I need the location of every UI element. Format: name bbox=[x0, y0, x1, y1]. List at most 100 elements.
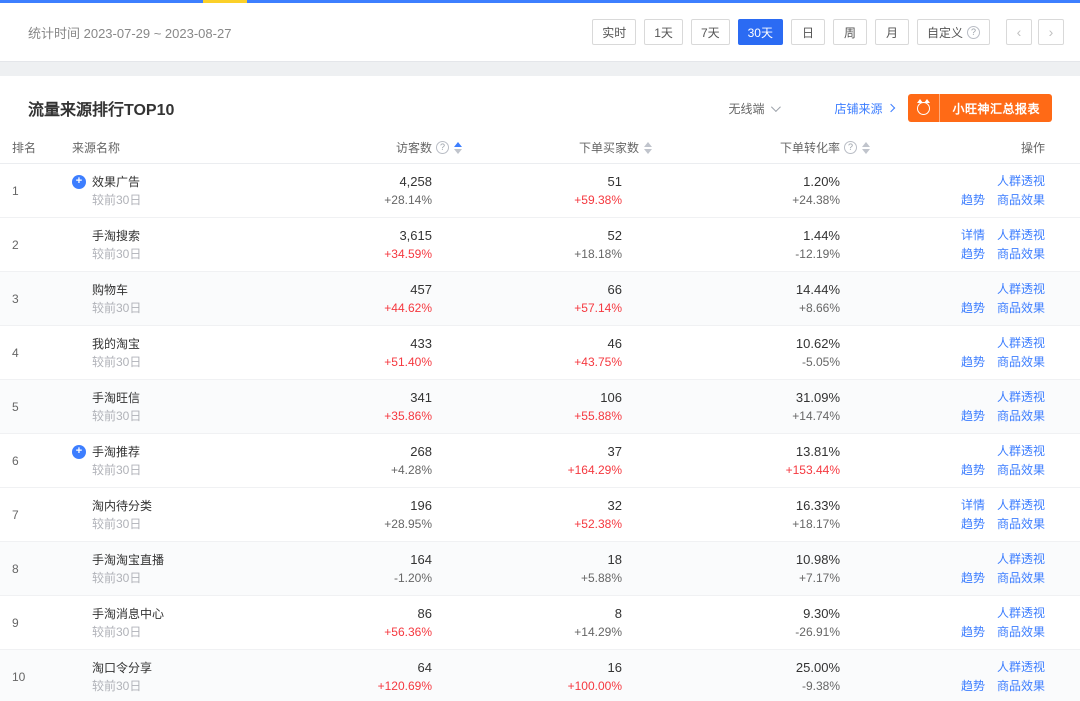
compare-period-label: 较前30日 bbox=[72, 623, 312, 641]
trend-link[interactable]: 趋势 bbox=[961, 461, 985, 480]
source-name: 淘口令分享 bbox=[92, 659, 152, 676]
detail-link[interactable]: 详情 bbox=[961, 226, 985, 245]
trend-link[interactable]: 趋势 bbox=[961, 353, 985, 372]
trend-link[interactable]: 趋势 bbox=[961, 569, 985, 588]
visitors-change: +34.59% bbox=[312, 245, 432, 264]
trend-link[interactable]: 趋势 bbox=[961, 677, 985, 696]
audience-insight-link[interactable]: 人群透视 bbox=[997, 280, 1045, 299]
detail-link[interactable]: 详情 bbox=[961, 496, 985, 515]
range-button-label: 周 bbox=[844, 24, 856, 41]
trend-link[interactable]: 趋势 bbox=[961, 515, 985, 534]
product-effect-link[interactable]: 商品效果 bbox=[997, 245, 1045, 264]
product-effect-link[interactable]: 商品效果 bbox=[997, 299, 1045, 318]
conversion-change: -26.91% bbox=[652, 623, 840, 642]
rank-value: 10 bbox=[12, 670, 72, 684]
audience-insight-link[interactable]: 人群透视 bbox=[997, 658, 1045, 677]
sort-control-visitors[interactable] bbox=[454, 142, 462, 154]
sort-desc-icon bbox=[454, 149, 462, 154]
product-effect-link[interactable]: 商品效果 bbox=[997, 515, 1045, 534]
visitors-change: +56.36% bbox=[312, 623, 432, 642]
trend-link[interactable]: 趋势 bbox=[961, 623, 985, 642]
help-icon[interactable]: ? bbox=[844, 141, 857, 154]
visitors-value: 64 bbox=[312, 658, 432, 677]
trend-link[interactable]: 趋势 bbox=[961, 191, 985, 210]
buyers-value: 8 bbox=[462, 604, 622, 623]
buyers-value: 52 bbox=[462, 226, 622, 245]
audience-insight-link[interactable]: 人群透视 bbox=[997, 550, 1045, 569]
buyers-value: 106 bbox=[462, 388, 622, 407]
conversion-value: 10.98% bbox=[652, 550, 840, 569]
source-name: 效果广告 bbox=[92, 173, 140, 190]
product-effect-link[interactable]: 商品效果 bbox=[997, 353, 1045, 372]
audience-insight-link[interactable]: 人群透视 bbox=[997, 442, 1045, 461]
expand-plus-icon[interactable]: + bbox=[72, 175, 86, 189]
trend-link[interactable]: 趋势 bbox=[961, 299, 985, 318]
visitors-value: 341 bbox=[312, 388, 432, 407]
range-button-3[interactable]: 30天 bbox=[738, 19, 783, 45]
visitors-value: 457 bbox=[312, 280, 432, 299]
range-button-label: 30天 bbox=[748, 24, 773, 41]
rank-value: 4 bbox=[12, 346, 72, 360]
range-button-0[interactable]: 实时 bbox=[592, 19, 636, 45]
product-effect-link[interactable]: 商品效果 bbox=[997, 677, 1045, 696]
rank-value: 5 bbox=[12, 400, 72, 414]
table-row: 3 + 购物车 较前30日 457 +44.62% 66 +57.14% 14.… bbox=[0, 272, 1080, 326]
buyers-change: +100.00% bbox=[462, 677, 622, 696]
audience-insight-link[interactable]: 人群透视 bbox=[997, 172, 1045, 191]
product-effect-link[interactable]: 商品效果 bbox=[997, 623, 1045, 642]
terminal-filter-dropdown[interactable]: 无线端 bbox=[728, 100, 778, 117]
range-button-label: 日 bbox=[802, 24, 814, 41]
range-button-label: 月 bbox=[886, 24, 898, 41]
help-icon[interactable]: ? bbox=[436, 141, 449, 154]
expand-plus-icon[interactable]: + bbox=[72, 445, 86, 459]
conversion-value: 25.00% bbox=[652, 658, 840, 677]
range-button-7[interactable]: 自定义? bbox=[917, 19, 990, 45]
buyers-change: +55.88% bbox=[462, 407, 622, 426]
header-visitors: 访客数 ? bbox=[312, 132, 462, 163]
prev-date-button[interactable]: ‹ bbox=[1006, 19, 1032, 45]
buyers-value: 66 bbox=[462, 280, 622, 299]
shop-source-link[interactable]: 店铺来源 bbox=[834, 100, 894, 117]
sort-control-conversion[interactable] bbox=[862, 142, 870, 154]
product-effect-link[interactable]: 商品效果 bbox=[997, 191, 1045, 210]
header-conversion-label: 下单转化率 bbox=[780, 139, 840, 156]
range-button-1[interactable]: 1天 bbox=[644, 19, 683, 45]
compare-period-label: 较前30日 bbox=[72, 191, 312, 209]
source-name: 淘内待分类 bbox=[92, 497, 152, 514]
audience-insight-link[interactable]: 人群透视 bbox=[997, 334, 1045, 353]
help-icon: ? bbox=[967, 26, 980, 39]
sort-control-buyers[interactable] bbox=[644, 142, 652, 154]
visitors-change: +35.86% bbox=[312, 407, 432, 426]
conversion-change: +18.17% bbox=[652, 515, 840, 534]
range-button-5[interactable]: 周 bbox=[833, 19, 867, 45]
product-effect-link[interactable]: 商品效果 bbox=[997, 569, 1045, 588]
wangshen-report-button[interactable]: 小旺神汇总报表 bbox=[908, 94, 1052, 122]
conversion-change: -12.19% bbox=[652, 245, 840, 264]
traffic-source-card: 流量来源排行TOP10 无线端 店铺来源 小旺神汇总报表 排名 来源名称 访客数… bbox=[0, 76, 1080, 701]
audience-insight-link[interactable]: 人群透视 bbox=[997, 226, 1045, 245]
trend-link[interactable]: 趋势 bbox=[961, 407, 985, 426]
buyers-change: +52.38% bbox=[462, 515, 622, 534]
sort-asc-icon bbox=[644, 142, 652, 147]
product-effect-link[interactable]: 商品效果 bbox=[997, 407, 1045, 426]
audience-insight-link[interactable]: 人群透视 bbox=[997, 604, 1045, 623]
visitors-change: +51.40% bbox=[312, 353, 432, 372]
product-effect-link[interactable]: 商品效果 bbox=[997, 461, 1045, 480]
table-row: 2 + 手淘搜索 较前30日 3,615 +34.59% 52 +18.18% … bbox=[0, 218, 1080, 272]
conversion-value: 13.81% bbox=[652, 442, 840, 461]
range-button-4[interactable]: 日 bbox=[791, 19, 825, 45]
rank-value: 3 bbox=[12, 292, 72, 306]
trend-link[interactable]: 趋势 bbox=[961, 245, 985, 264]
range-button-6[interactable]: 月 bbox=[875, 19, 909, 45]
audience-insight-link[interactable]: 人群透视 bbox=[997, 388, 1045, 407]
header-buyers-label: 下单买家数 bbox=[579, 139, 639, 156]
terminal-filter-value: 无线端 bbox=[728, 100, 764, 117]
source-name: 手淘搜索 bbox=[92, 227, 140, 244]
visitors-change: +28.14% bbox=[312, 191, 432, 210]
buyers-value: 32 bbox=[462, 496, 622, 515]
table-row: 8 + 手淘淘宝直播 较前30日 164 -1.20% 18 +5.88% 10… bbox=[0, 542, 1080, 596]
audience-insight-link[interactable]: 人群透视 bbox=[997, 496, 1045, 515]
next-date-button[interactable]: › bbox=[1038, 19, 1064, 45]
range-button-2[interactable]: 7天 bbox=[691, 19, 730, 45]
conversion-value: 16.33% bbox=[652, 496, 840, 515]
